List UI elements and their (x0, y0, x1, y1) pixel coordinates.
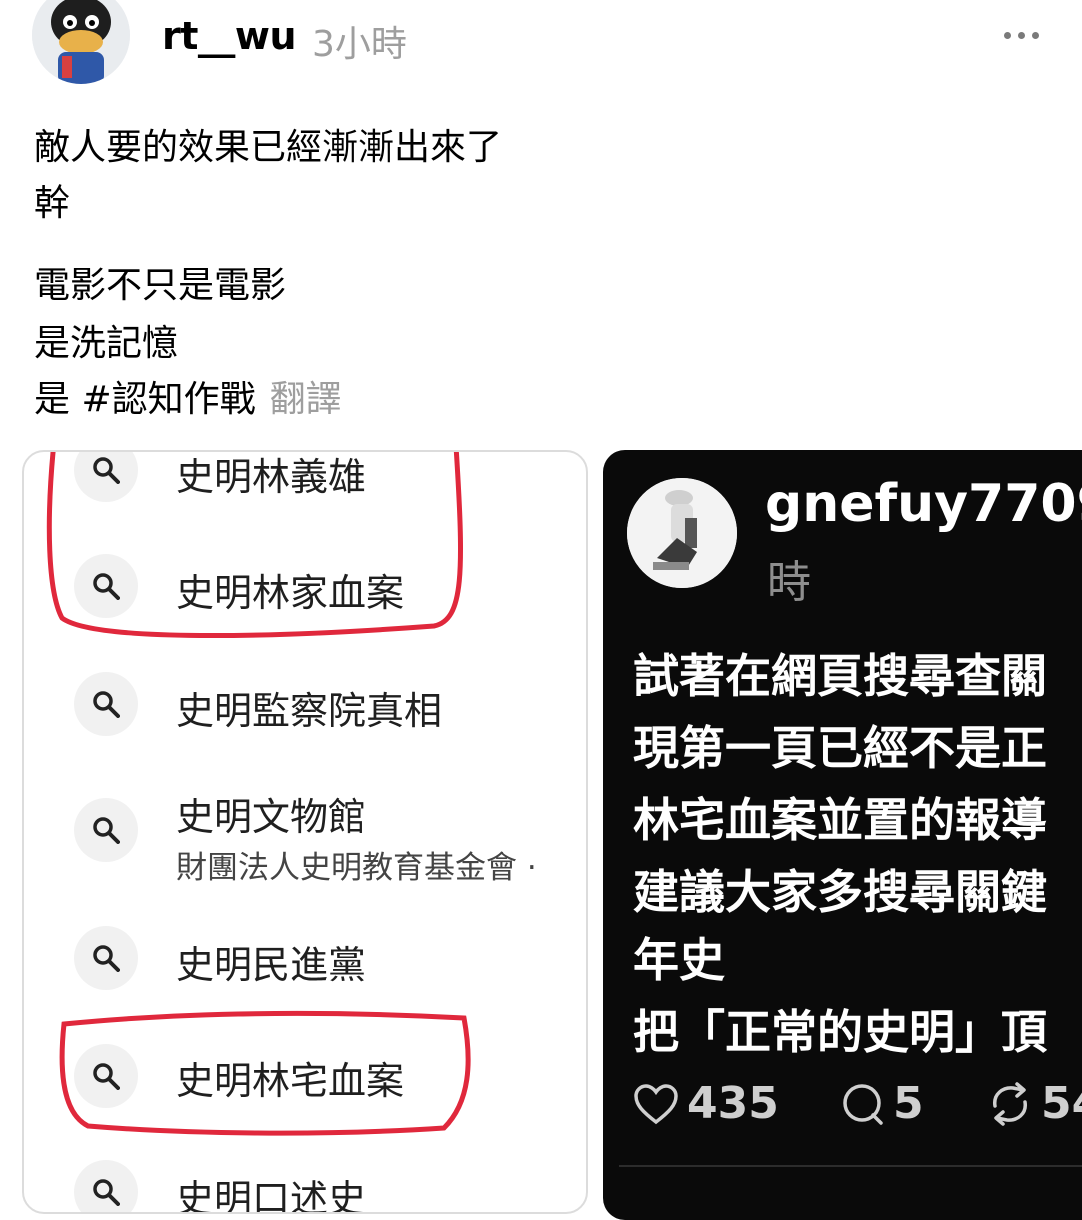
embedded-time: 時 (767, 557, 811, 608)
comment-icon (843, 1083, 883, 1125)
post-text-line: 是洗記憶 (34, 323, 179, 364)
embedded-post-screenshot[interactable]: gnefuy7709 時 試著在網頁搜尋查關 現第一頁已經不是正 林宅血案並置的… (603, 450, 1082, 1220)
search-suggestions-screenshot[interactable]: 史明林義雄 史明林家血案 史明監察院真相 史明文物館 財團法人史明教育基金會 ·… (22, 450, 588, 1214)
like-count: 435 (687, 1078, 779, 1129)
post-text-line: 幹 (34, 183, 71, 224)
repost-stat: 54 (987, 1078, 1082, 1129)
embedded-text-line: 年史 (633, 933, 725, 987)
red-highlight-annotation (46, 452, 471, 1136)
post-text-line: 敵人要的效果已經漸漸出來了 (34, 127, 503, 168)
embedded-text-line: 試著在網頁搜尋查關 (633, 649, 1047, 703)
repost-count: 54 (1041, 1078, 1082, 1129)
post-text-line: 電影不只是電影 (34, 265, 287, 306)
embedded-username: gnefuy7709 (765, 474, 1082, 534)
avatar[interactable] (32, 0, 130, 84)
embedded-text-line: 建議大家多搜尋關鍵 (633, 865, 1047, 919)
username[interactable]: rt__wu (162, 14, 297, 58)
like-stat: 435 (633, 1078, 779, 1129)
comment-stat: 5 (841, 1078, 924, 1129)
translate-link[interactable]: 翻譯 (270, 379, 342, 420)
embedded-text-line: 現第一頁已經不是正 (633, 721, 1047, 775)
embedded-avatar (627, 478, 737, 588)
embedded-text-line: 林宅血案並置的報導 (633, 793, 1047, 847)
post-time: 3小時 (312, 24, 407, 65)
comment-count: 5 (893, 1078, 924, 1129)
post-text-hashtag-line[interactable]: 是 #認知作戰 (34, 379, 256, 420)
more-options-icon[interactable] (1004, 32, 1039, 39)
repost-icon (993, 1081, 1027, 1126)
post-text-line-with-hashtag: 是 #認知作戰 翻譯 (34, 378, 342, 422)
embedded-text-line: 把「正常的史明」頂 (633, 1005, 1047, 1059)
divider (619, 1165, 1082, 1167)
heart-icon (634, 1083, 678, 1124)
